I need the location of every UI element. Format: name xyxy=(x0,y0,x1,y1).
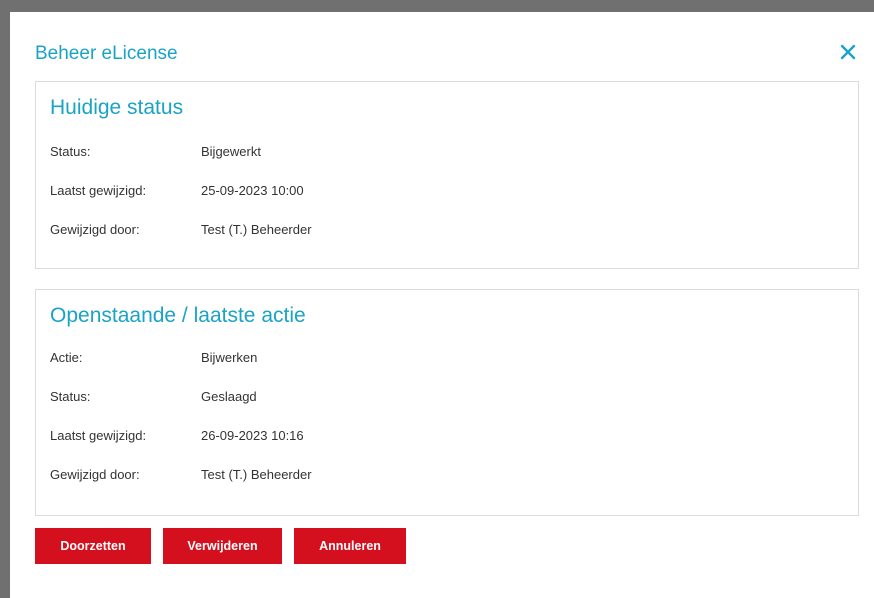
action-row: Actie: Bijwerken xyxy=(50,350,844,389)
current-status-title: Huidige status xyxy=(50,96,184,119)
last-modified-row: Laatst gewijzigd: 25-09-2023 10:00 xyxy=(50,183,844,222)
status-label: Status: xyxy=(50,144,91,159)
action-label: Actie: xyxy=(50,350,83,365)
action-last-modified-label: Laatst gewijzigd: xyxy=(50,428,147,443)
action-modified-by-value: Test (T.) Beheerder xyxy=(201,467,312,482)
action-status-row: Status: Geslaagd xyxy=(50,389,844,428)
current-status-panel: Huidige status Status: Bijgewerkt Laatst… xyxy=(35,81,859,269)
last-modified-value: 25-09-2023 10:00 xyxy=(201,183,304,198)
status-value: Bijgewerkt xyxy=(201,144,261,159)
modified-by-label: Gewijzigd door: xyxy=(50,222,140,237)
continue-button[interactable]: Doorzetten xyxy=(35,528,151,564)
manage-elicense-dialog: Beheer eLicense Huidige status Status: B… xyxy=(10,12,874,598)
last-modified-label: Laatst gewijzigd: xyxy=(50,183,147,198)
cancel-button[interactable]: Annuleren xyxy=(294,528,406,564)
action-buttons: Doorzetten Verwijderen Annuleren xyxy=(35,528,406,564)
action-modified-by-label: Gewijzigd door: xyxy=(50,467,140,482)
pending-action-panel: Openstaande / laatste actie Actie: Bijwe… xyxy=(35,289,859,516)
pending-action-title: Openstaande / laatste actie xyxy=(50,304,306,327)
action-status-label: Status: xyxy=(50,389,91,404)
action-last-modified-row: Laatst gewijzigd: 26-09-2023 10:16 xyxy=(50,428,844,467)
close-button[interactable] xyxy=(836,40,860,64)
status-row: Status: Bijgewerkt xyxy=(50,144,844,183)
action-value: Bijwerken xyxy=(201,350,258,365)
close-icon xyxy=(840,44,856,60)
modified-by-row: Gewijzigd door: Test (T.) Beheerder xyxy=(50,222,844,261)
dialog-title: Beheer eLicense xyxy=(35,43,178,64)
action-modified-by-row: Gewijzigd door: Test (T.) Beheerder xyxy=(50,467,844,506)
delete-button[interactable]: Verwijderen xyxy=(163,528,282,564)
action-status-value: Geslaagd xyxy=(201,389,257,404)
action-last-modified-value: 26-09-2023 10:16 xyxy=(201,428,304,443)
modified-by-value: Test (T.) Beheerder xyxy=(201,222,312,237)
